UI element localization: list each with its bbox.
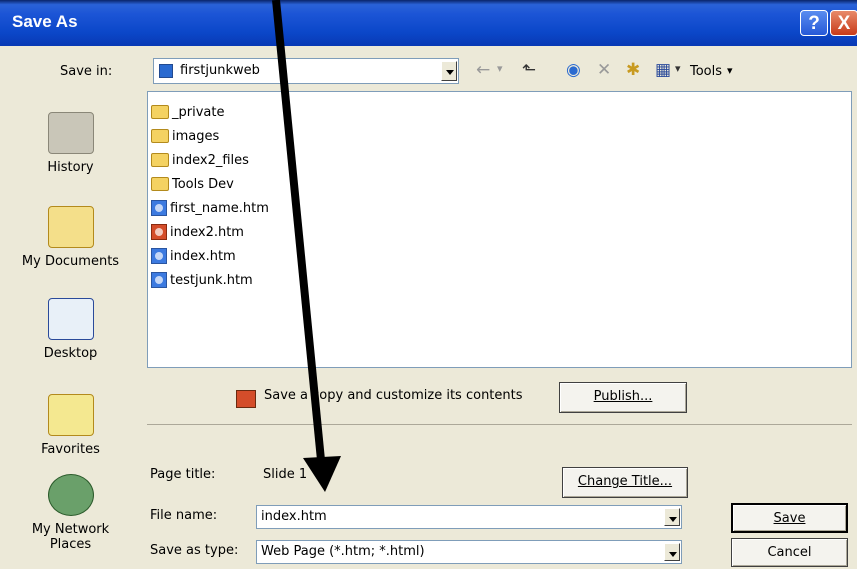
annotation-arrow (272, 0, 341, 492)
arrow-head (303, 456, 341, 492)
arrow-shaft (272, 0, 325, 461)
save-as-dialog: Save As ? X Save in: firstjunkweb ← ▾ ⬑ … (0, 0, 857, 569)
